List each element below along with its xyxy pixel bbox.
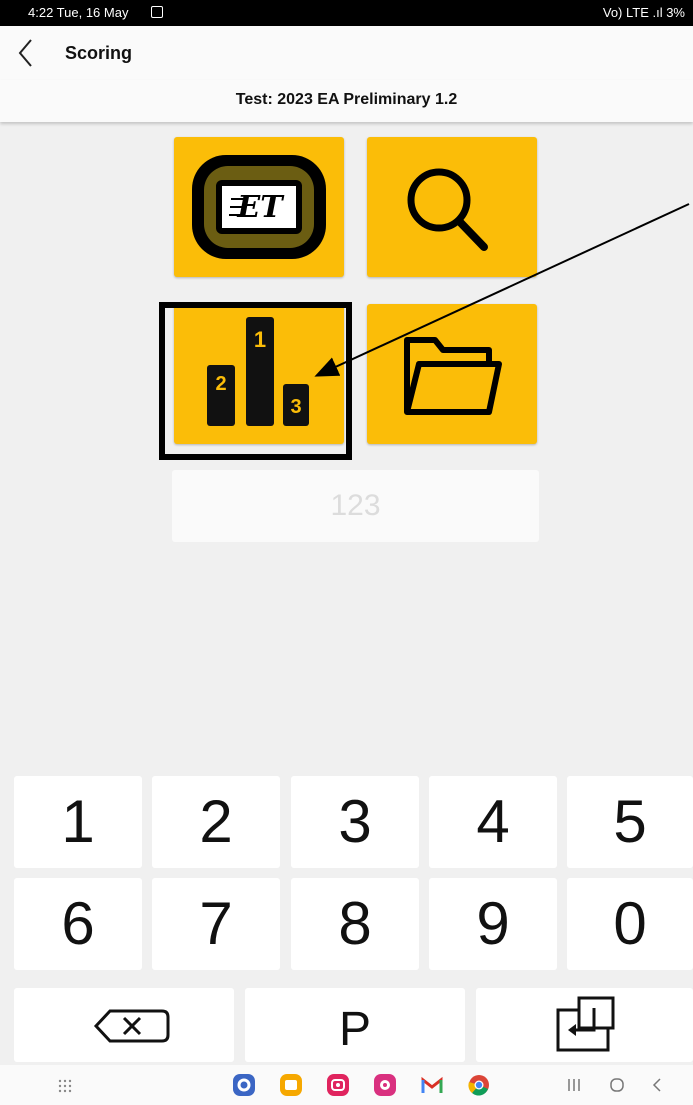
gmail-app-icon[interactable] <box>421 1075 443 1095</box>
competitor-number-placeholder: 123 <box>330 489 381 522</box>
navigation-bar <box>0 1065 693 1105</box>
key-7[interactable]: 7 <box>152 878 280 970</box>
key-5[interactable]: 5 <box>567 776 693 868</box>
nav-back-icon[interactable] <box>649 1077 665 1093</box>
camera-app-icon[interactable] <box>326 1073 350 1097</box>
key-1[interactable]: 1 <box>14 776 142 868</box>
key-p[interactable]: P <box>245 988 465 1062</box>
key-0[interactable]: 0 <box>567 878 693 970</box>
backspace-icon <box>93 1009 170 1043</box>
settings-app-icon[interactable] <box>232 1073 256 1097</box>
backspace-button[interactable] <box>14 988 234 1062</box>
key-8[interactable]: 8 <box>291 878 419 970</box>
recents-icon[interactable] <box>566 1077 582 1093</box>
key-4[interactable]: 4 <box>429 776 557 868</box>
enter-button[interactable] <box>476 988 693 1062</box>
chrome-app-icon[interactable] <box>467 1073 491 1097</box>
key-9[interactable]: 9 <box>429 878 557 970</box>
key-3[interactable]: 3 <box>291 776 419 868</box>
my-files-app-icon[interactable] <box>279 1073 303 1097</box>
gallery-app-icon[interactable] <box>373 1073 397 1097</box>
app-drawer-icon[interactable] <box>58 1079 72 1093</box>
key-6[interactable]: 6 <box>14 878 142 970</box>
competitor-number-field[interactable]: 123 <box>172 470 539 542</box>
enter-icon <box>556 996 615 1052</box>
home-icon[interactable] <box>609 1077 625 1093</box>
key-2[interactable]: 2 <box>152 776 280 868</box>
